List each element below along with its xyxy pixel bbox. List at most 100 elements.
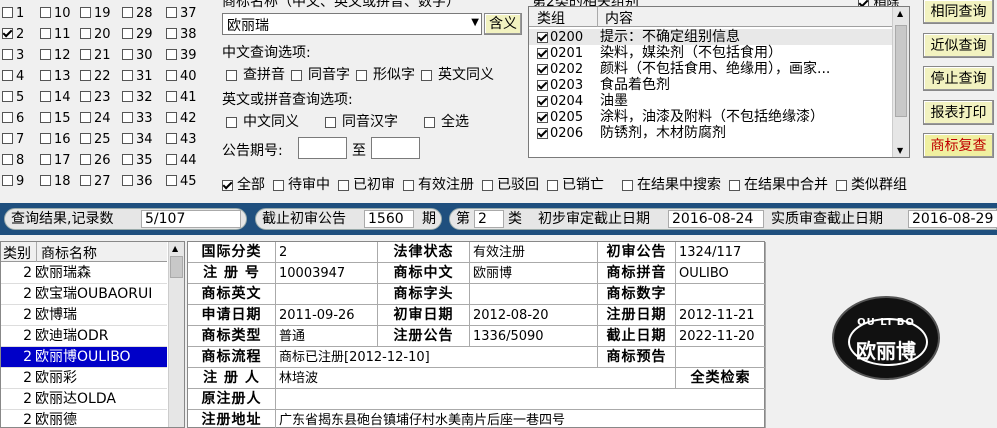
group-checkbox[interactable] <box>537 47 548 59</box>
checkbox-box[interactable] <box>80 7 91 18</box>
checkbox-box[interactable] <box>2 49 13 60</box>
checkbox-box[interactable] <box>166 112 177 123</box>
filter-checkbox[interactable] <box>836 179 847 191</box>
scroll-thumb[interactable] <box>895 25 907 117</box>
category-checkbox-27[interactable]: 27 <box>80 172 111 192</box>
scroll-up-icon[interactable]: ▲ <box>172 244 178 253</box>
category-checkbox-19[interactable]: 19 <box>80 4 111 24</box>
group-row[interactable]: 0206 防锈剂，木材防腐剂 <box>529 125 899 141</box>
checkbox-box[interactable] <box>80 49 91 60</box>
category-checkbox-18[interactable]: 18 <box>40 172 71 192</box>
english-options-0[interactable]: 中文同义 <box>226 114 299 130</box>
gazette-to-input[interactable] <box>371 137 420 159</box>
category-checkbox-29[interactable]: 29 <box>122 25 153 45</box>
checkbox-box[interactable] <box>166 133 177 144</box>
category-checkbox-10[interactable]: 10 <box>40 4 71 24</box>
category-checkbox-42[interactable]: 42 <box>166 109 197 129</box>
checkbox-box[interactable] <box>122 49 133 60</box>
filter-1[interactable]: 待审中 <box>273 177 330 193</box>
group-checkbox[interactable] <box>537 79 548 91</box>
checkbox-box[interactable] <box>2 133 13 144</box>
category-checkbox-17[interactable]: 17 <box>40 151 71 171</box>
checkbox-box[interactable] <box>80 133 91 144</box>
checkbox-box[interactable] <box>122 91 133 102</box>
checkbox-box[interactable] <box>226 116 237 128</box>
group-checkbox[interactable] <box>537 111 548 123</box>
category-checkbox-36[interactable]: 36 <box>122 172 153 192</box>
checkbox-box[interactable] <box>122 7 133 18</box>
report-print-button[interactable]: 报表打印 <box>923 99 994 125</box>
category-checkbox-21[interactable]: 21 <box>80 46 111 66</box>
category-checkbox-14[interactable]: 14 <box>40 88 71 108</box>
chinese-options-3[interactable]: 英文同义 <box>421 67 494 83</box>
checkbox-box[interactable] <box>421 69 432 81</box>
category-checkbox-34[interactable]: 34 <box>122 130 153 150</box>
filter-checkbox[interactable] <box>403 179 414 191</box>
category-checkbox-5[interactable]: 5 <box>2 88 24 108</box>
group-checkbox[interactable] <box>537 95 548 107</box>
checkbox-box[interactable] <box>122 175 133 186</box>
group-row[interactable]: 0202 颜料（不包括食用、绝缘用），画家... <box>529 61 899 77</box>
all-class-search-button[interactable]: 全类检索 <box>676 368 766 389</box>
col-group-header[interactable]: 类组 <box>537 8 565 28</box>
list-item[interactable]: 2 欧丽德 <box>1 410 167 428</box>
checkbox-box[interactable] <box>166 91 177 102</box>
checkbox-box[interactable] <box>80 154 91 165</box>
category-checkbox-6[interactable]: 6 <box>2 109 24 129</box>
filter-0[interactable]: 全部 <box>222 177 265 193</box>
chevron-down-icon[interactable]: ▼ <box>471 17 479 28</box>
category-checkbox-15[interactable]: 15 <box>40 109 71 129</box>
category-checkbox-45[interactable]: 45 <box>166 172 197 192</box>
category-checkbox-30[interactable]: 30 <box>122 46 153 66</box>
filter-checkbox[interactable] <box>622 179 633 191</box>
checkbox-box[interactable] <box>122 112 133 123</box>
category-checkbox-35[interactable]: 35 <box>122 151 153 171</box>
checkbox-box[interactable] <box>166 175 177 186</box>
chinese-options-0[interactable]: 查拼音 <box>226 67 285 83</box>
group-checkbox[interactable] <box>537 127 548 139</box>
checkbox-box[interactable] <box>2 7 13 18</box>
group-row[interactable]: 0205 涂料，油漆及附料（不包括绝缘漆） <box>529 109 899 125</box>
category-checkbox-33[interactable]: 33 <box>122 109 153 129</box>
col-name-header[interactable]: 商标名称 <box>41 243 97 263</box>
same-search-button[interactable]: 相同查询 <box>923 0 994 24</box>
checkbox-box[interactable] <box>166 7 177 18</box>
filter-3[interactable]: 有效注册 <box>403 177 474 193</box>
trademark-review-button[interactable]: 商标复查 <box>923 133 994 158</box>
filter-checkbox[interactable] <box>273 179 284 191</box>
scroll-down-icon[interactable]: ▼ <box>897 146 903 155</box>
category-checkbox-16[interactable]: 16 <box>40 130 71 150</box>
stop-search-button[interactable]: 停止查询 <box>923 66 994 91</box>
checkbox-box[interactable] <box>40 28 51 39</box>
list-item[interactable]: 2 欧博瑞 <box>1 305 167 326</box>
filter-7[interactable]: 在结果中合并 <box>729 177 828 193</box>
category-checkbox-37[interactable]: 37 <box>166 4 197 24</box>
checkbox-box[interactable] <box>40 133 51 144</box>
category-checkbox-2[interactable]: 2 <box>2 25 24 45</box>
result-list[interactable]: 类别 商标名称 2 欧丽瑞森 2 欧宝瑞OUBAORUI 2 欧博瑞 2 欧迪瑞ODR 2 欧丽博… <box>0 241 185 428</box>
category-checkbox-9[interactable]: 9 <box>2 172 24 192</box>
checkbox-box[interactable] <box>166 70 177 81</box>
category-checkbox-28[interactable]: 28 <box>122 4 153 24</box>
filter-8[interactable]: 类似群组 <box>836 177 907 193</box>
scroll-thumb[interactable] <box>170 256 183 278</box>
checkbox-box[interactable] <box>2 91 13 102</box>
checkbox-box[interactable] <box>356 69 367 81</box>
category-checkbox-7[interactable]: 7 <box>2 130 24 150</box>
checkbox-box[interactable] <box>122 133 133 144</box>
checkbox-box[interactable] <box>2 112 13 123</box>
group-list-scrollbar[interactable]: ▲ ▼ <box>892 7 909 157</box>
list-item[interactable]: 2 欧丽达OLDA <box>1 389 167 410</box>
checkbox-box[interactable] <box>166 28 177 39</box>
english-options-2[interactable]: 全选 <box>424 114 469 130</box>
gazette-from-input[interactable] <box>298 137 347 159</box>
filter-5[interactable]: 已销亡 <box>547 177 604 193</box>
checkbox-box[interactable] <box>226 69 237 81</box>
category-checkbox-32[interactable]: 32 <box>122 88 153 108</box>
category-checkbox-24[interactable]: 24 <box>80 109 111 129</box>
category-checkbox-1[interactable]: 1 <box>2 4 24 24</box>
category-checkbox-23[interactable]: 23 <box>80 88 111 108</box>
checkbox-box[interactable] <box>291 69 302 81</box>
category-checkbox-3[interactable]: 3 <box>2 46 24 66</box>
category-checkbox-43[interactable]: 43 <box>166 130 197 150</box>
